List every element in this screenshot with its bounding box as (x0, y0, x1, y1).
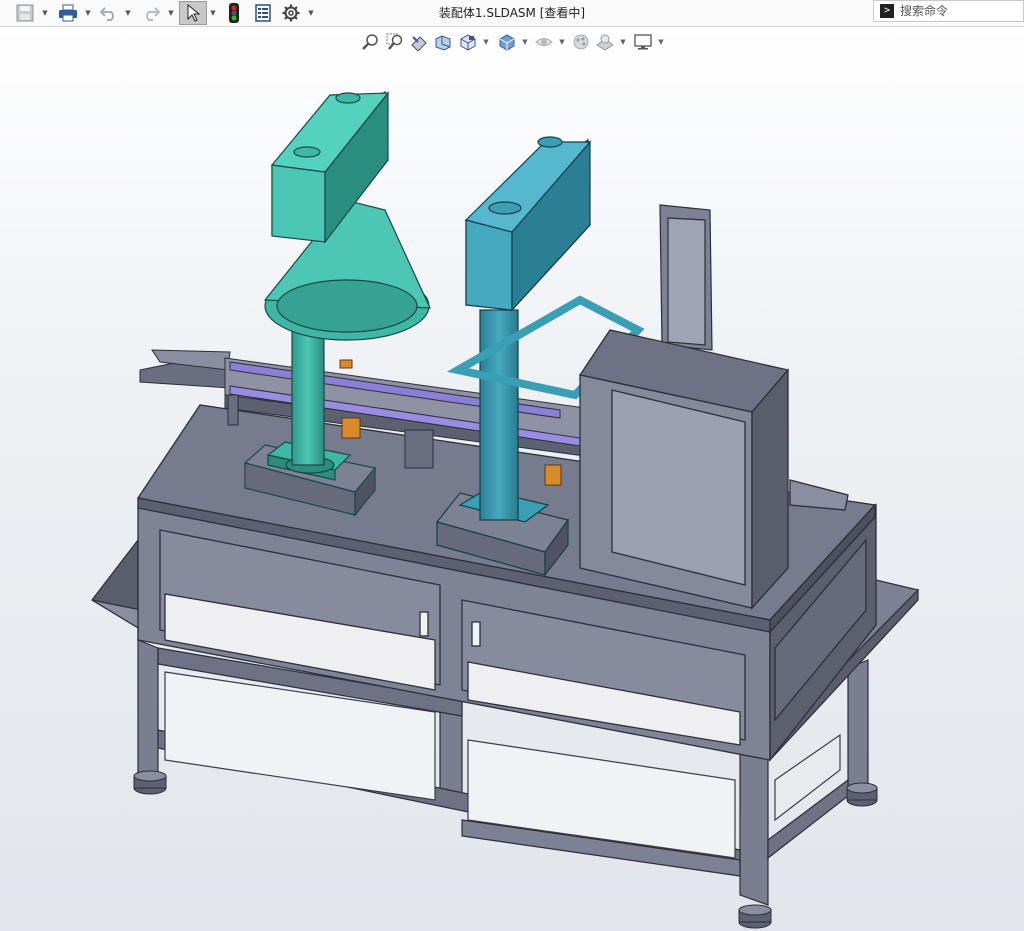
traffic-light-icon[interactable] (225, 3, 243, 23)
options-dropdown[interactable]: ▼ (307, 0, 315, 26)
graphics-viewport[interactable]: ▼ ▼ ▼ ▼ ▼ (0, 27, 1024, 931)
file-properties-icon[interactable] (252, 3, 274, 23)
print-dropdown[interactable]: ▼ (84, 0, 92, 26)
command-prompt-icon: > (880, 4, 894, 18)
print-icon[interactable] (56, 3, 80, 23)
redo-icon[interactable] (140, 3, 162, 23)
select-dropdown[interactable]: ▼ (209, 0, 217, 26)
undo-icon[interactable] (98, 3, 120, 23)
save-icon[interactable] (14, 3, 36, 23)
title-bar: ▼ ▼ ▼ ▼ ▼ ▼ 装配体1.SLDASM [查看中] > (0, 0, 1024, 27)
save-dropdown[interactable]: ▼ (41, 0, 49, 26)
search-commands-input[interactable] (900, 4, 1010, 18)
vertical-rail (659, 204, 713, 351)
redo-dropdown[interactable]: ▼ (167, 0, 175, 26)
select-icon[interactable] (179, 1, 207, 25)
search-box[interactable]: > (873, 0, 1024, 22)
undo-dropdown[interactable]: ▼ (124, 0, 132, 26)
gear-icon[interactable] (280, 3, 302, 23)
assembly-model[interactable] (0, 27, 1024, 931)
